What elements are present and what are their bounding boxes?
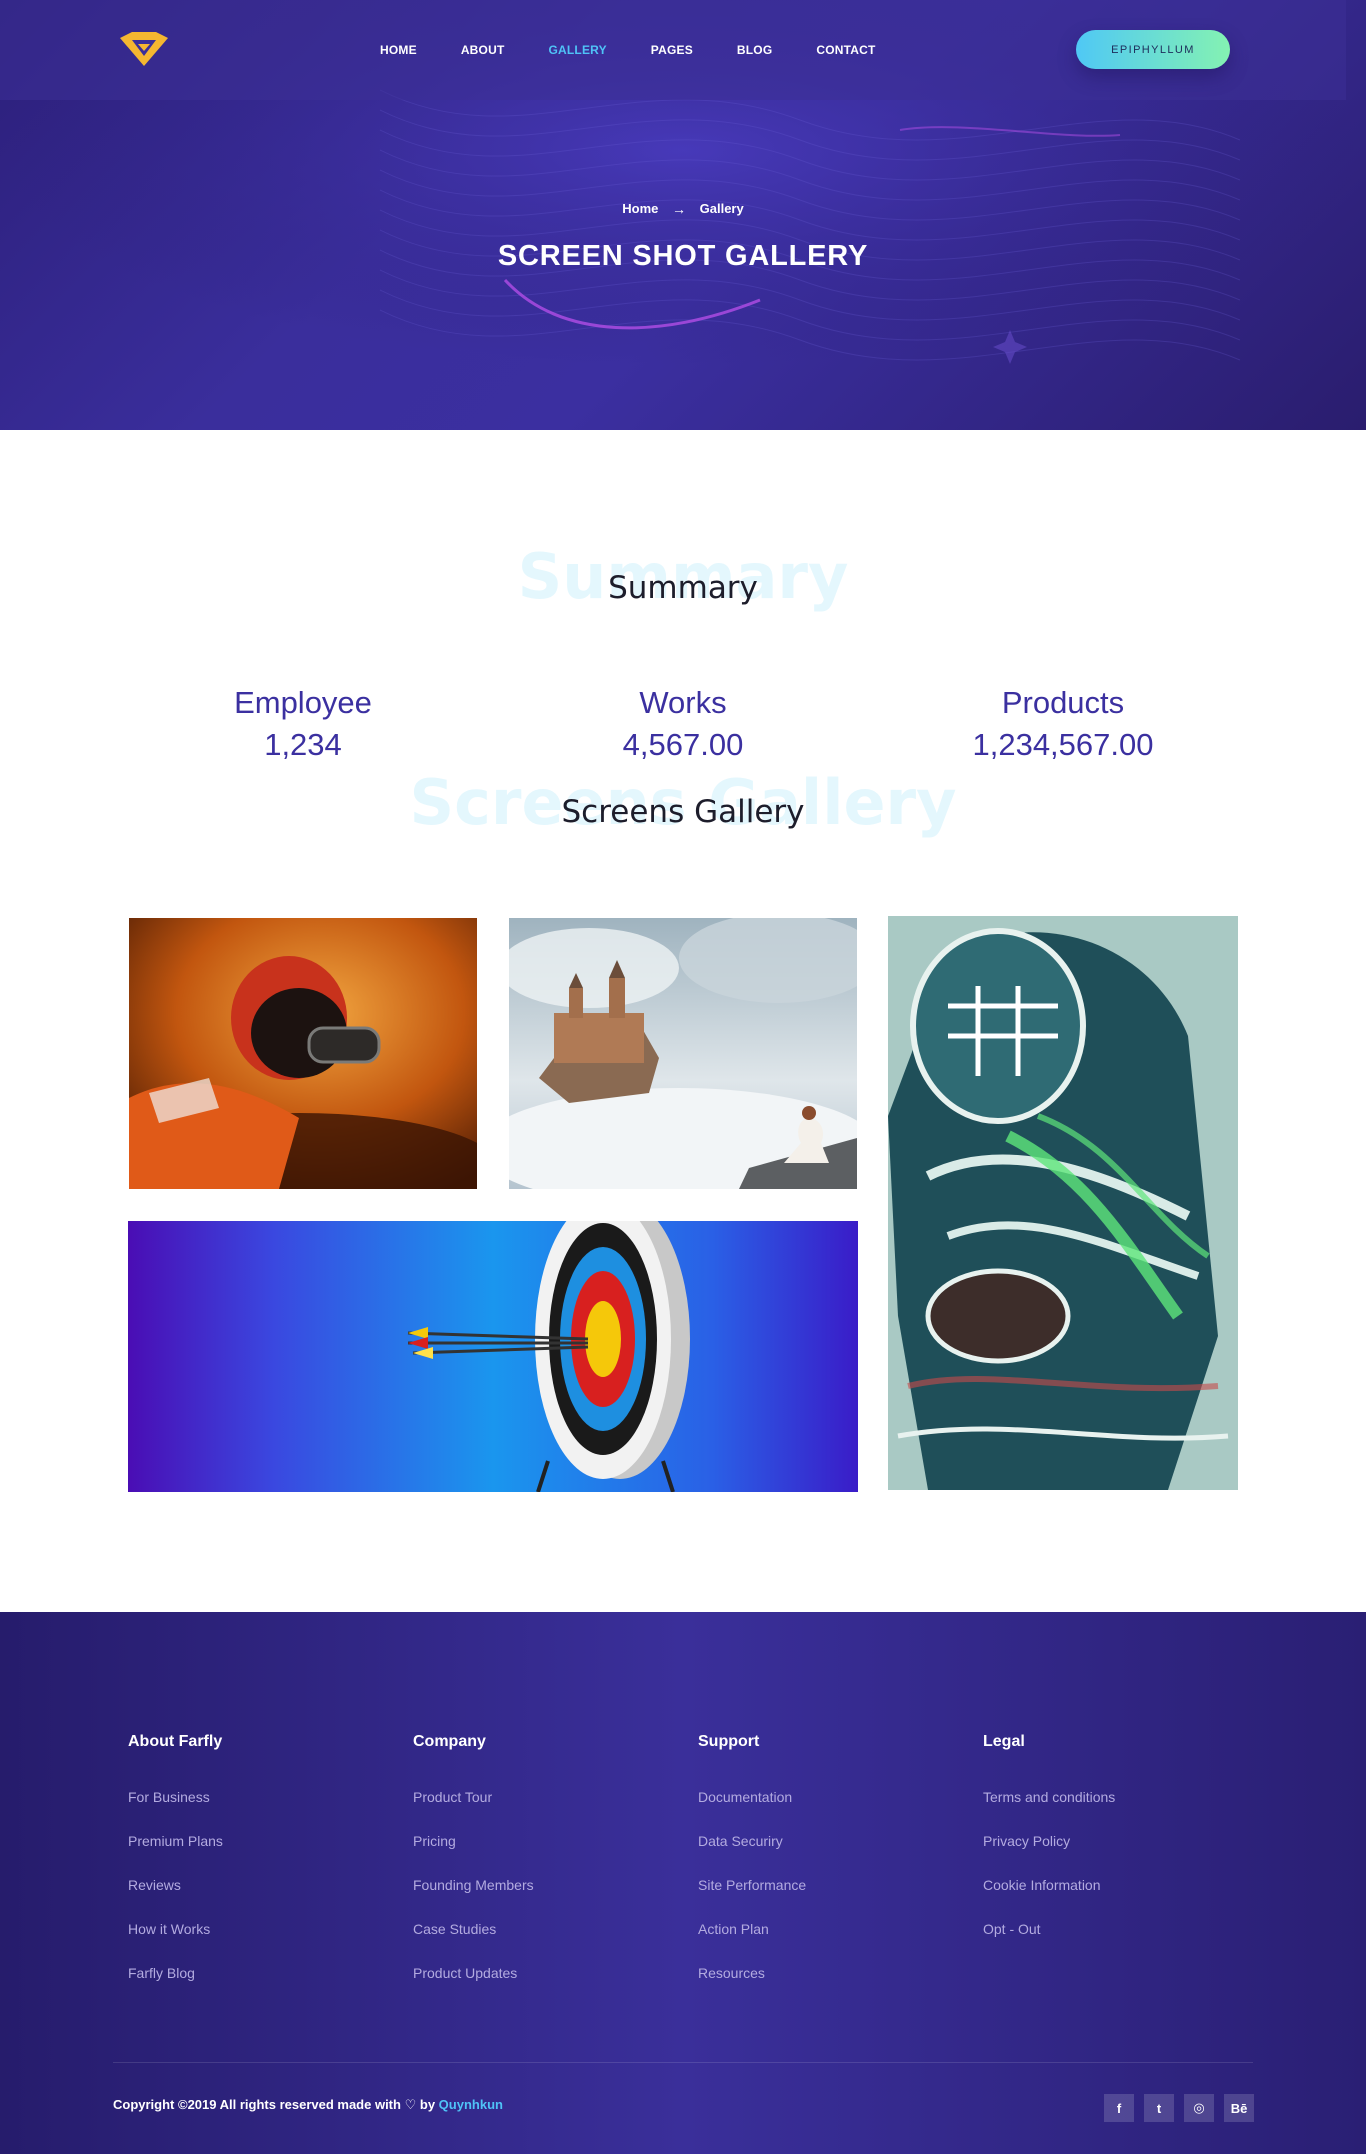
footer-link[interactable]: For Business bbox=[128, 1789, 368, 1833]
nav-contact[interactable]: CONTACT bbox=[816, 43, 875, 57]
twitter-icon[interactable]: t bbox=[1144, 2094, 1174, 2122]
footer-link[interactable]: Product Tour bbox=[413, 1789, 653, 1833]
footer-link[interactable]: Resources bbox=[698, 1965, 938, 2009]
gallery-image-motocross[interactable] bbox=[129, 918, 477, 1189]
footer-divider bbox=[113, 2062, 1253, 2063]
footer-column-title: Support bbox=[698, 1733, 760, 1750]
nav-about[interactable]: ABOUT bbox=[461, 43, 505, 57]
footer-link[interactable]: Product Updates bbox=[413, 1965, 653, 2009]
gallery-image-football[interactable] bbox=[888, 916, 1238, 1490]
page-title: SCREEN SHOT GALLERY bbox=[497, 240, 869, 272]
nav-blog[interactable]: BLOG bbox=[737, 43, 772, 57]
footer-column-title: Company bbox=[413, 1733, 486, 1750]
hero-banner: HOME ABOUT GALLERY PAGES BLOG CONTACT EP… bbox=[0, 0, 1366, 430]
behance-icon[interactable]: Bē bbox=[1224, 2094, 1254, 2122]
author-link[interactable]: Quynhkun bbox=[439, 2097, 503, 2112]
gallery-image-castle[interactable] bbox=[509, 918, 857, 1189]
footer-link[interactable]: Terms and conditions bbox=[983, 1789, 1223, 1833]
heart-icon: ♡ bbox=[404, 2097, 417, 2112]
stat-value: 4,567.00 bbox=[622, 727, 744, 762]
footer-link[interactable]: Founding Members bbox=[413, 1877, 653, 1921]
gallery-title: Screens Gallery bbox=[561, 794, 805, 830]
breadcrumb-home-link[interactable]: Home bbox=[622, 201, 658, 216]
footer-link[interactable]: Documentation bbox=[698, 1789, 938, 1833]
footer-link[interactable]: Site Performance bbox=[698, 1877, 938, 1921]
nav-home[interactable]: HOME bbox=[380, 43, 417, 57]
footer-column-company: Company Product Tour Pricing Founding Me… bbox=[413, 1733, 653, 2009]
footer-link[interactable]: How it Works bbox=[128, 1921, 368, 1965]
stat-value: 1,234 bbox=[264, 727, 342, 762]
footer-link[interactable]: Reviews bbox=[128, 1877, 368, 1921]
footer-link[interactable]: Cookie Information bbox=[983, 1877, 1223, 1921]
footer-column-title: About Farfly bbox=[128, 1733, 223, 1750]
footer-link[interactable]: Pricing bbox=[413, 1833, 653, 1877]
nav-pages[interactable]: PAGES bbox=[651, 43, 693, 57]
stat-employee: Employee 1,234 bbox=[153, 685, 453, 763]
footer-link[interactable]: Premium Plans bbox=[128, 1833, 368, 1877]
footer-link[interactable]: Data Securiry bbox=[698, 1833, 938, 1877]
footer-column-support: Support Documentation Data Securiry Site… bbox=[698, 1733, 938, 2009]
epiphyllum-button[interactable]: EPIPHYLLUM bbox=[1076, 30, 1230, 69]
stat-label: Products bbox=[1001, 685, 1125, 720]
top-navbar: HOME ABOUT GALLERY PAGES BLOG CONTACT EP… bbox=[0, 0, 1346, 100]
breadcrumb-current: Gallery bbox=[699, 201, 744, 217]
stat-value: 1,234,567.00 bbox=[972, 727, 1154, 762]
footer-column-title: Legal bbox=[983, 1733, 1025, 1750]
stat-works: Works 4,567.00 bbox=[533, 685, 833, 763]
gallery-image-archery[interactable] bbox=[128, 1221, 858, 1492]
facebook-icon[interactable]: f bbox=[1104, 2094, 1134, 2122]
footer-link[interactable]: Case Studies bbox=[413, 1921, 653, 1965]
footer-column-about: About Farfly For Business Premium Plans … bbox=[128, 1733, 368, 2009]
diamond-logo-icon[interactable] bbox=[118, 30, 170, 70]
footer-link[interactable]: Farfly Blog bbox=[128, 1965, 368, 2009]
footer-column-legal: Legal Terms and conditions Privacy Polic… bbox=[983, 1733, 1223, 1965]
breadcrumb: Home → Gallery bbox=[0, 200, 1366, 217]
stat-label: Employee bbox=[234, 685, 372, 720]
main-nav: HOME ABOUT GALLERY PAGES BLOG CONTACT bbox=[380, 0, 920, 100]
copyright-text: Copyright ©2019 All rights reserved made… bbox=[113, 2097, 503, 2113]
footer-link[interactable]: Action Plan bbox=[698, 1921, 938, 1965]
dribbble-icon[interactable]: ◎ bbox=[1184, 2094, 1214, 2122]
footer-link[interactable]: Privacy Policy bbox=[983, 1833, 1223, 1877]
copyright-by: by bbox=[419, 2097, 436, 2112]
footer-link[interactable]: Opt - Out bbox=[983, 1921, 1223, 1965]
nav-gallery[interactable]: GALLERY bbox=[548, 43, 606, 57]
copyright-prefix: Copyright ©2019 All rights reserved made… bbox=[113, 2097, 401, 2112]
stat-label: Works bbox=[639, 685, 727, 720]
arrow-right-icon: → bbox=[672, 200, 687, 217]
social-links: f t ◎ Bē bbox=[1104, 2094, 1254, 2122]
stat-products: Products 1,234,567.00 bbox=[913, 685, 1213, 763]
summary-title: Summary bbox=[608, 570, 758, 606]
